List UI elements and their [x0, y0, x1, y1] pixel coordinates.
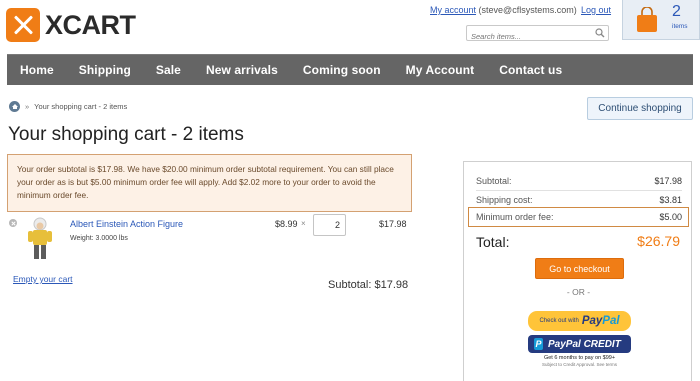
continue-shopping-button[interactable]: Continue shopping: [587, 97, 693, 120]
mini-cart[interactable]: 2 items: [622, 0, 700, 40]
summary-shipping-label: Shipping cost:: [476, 195, 533, 205]
nav-new-arrivals[interactable]: New arrivals: [206, 63, 278, 77]
summary-min-fee-label: Minimum order fee:: [476, 212, 554, 222]
product-name-link[interactable]: Albert Einstein Action Figure: [70, 219, 183, 229]
divider: [476, 190, 682, 191]
home-icon[interactable]: [9, 101, 20, 112]
summary-min-fee-row: Minimum order fee: $5.00: [476, 212, 682, 222]
shopping-bag-icon: [637, 7, 657, 32]
cart-subtotal: Subtotal: $17.98: [328, 279, 409, 291]
main-nav: Home Shipping Sale New arrivals Coming s…: [7, 54, 693, 85]
page-title: Your shopping cart - 2 items: [8, 124, 244, 145]
checkout-button[interactable]: Go to checkout: [535, 258, 624, 279]
summary-shipping-value: $3.81: [659, 195, 682, 205]
paypal-p-icon: P: [534, 338, 543, 350]
nav-home[interactable]: Home: [20, 63, 54, 77]
search-input[interactable]: [467, 29, 591, 44]
summary-subtotal-value: $17.98: [654, 176, 682, 186]
breadcrumb: » Your shopping cart - 2 items: [9, 101, 127, 112]
product-weight: Weight: 3.0000 lbs: [70, 235, 128, 242]
account-line: My account (steve@cflsystems.com): [430, 5, 577, 15]
search-box: [466, 25, 609, 44]
summary-total-value: $26.79: [637, 233, 680, 249]
paypal-credit-button[interactable]: P PayPal CREDIT: [528, 335, 631, 353]
nav-coming-soon[interactable]: Coming soon: [303, 63, 381, 77]
paypal-logo: PayPal: [581, 315, 620, 327]
logout-link[interactable]: Log out: [581, 5, 611, 15]
nav-contact-us[interactable]: Contact us: [499, 63, 562, 77]
logo[interactable]: XCART: [6, 8, 136, 42]
or-separator: - OR -: [566, 287, 591, 297]
paypal-credit-label: PayPal CREDIT: [548, 338, 621, 350]
line-total: $17.98: [379, 219, 407, 229]
product-price: $8.99: [275, 219, 298, 229]
cart-items-label: items: [672, 23, 688, 30]
paypal-credit-note: Get 6 months to pay on $99+: [543, 355, 616, 361]
cart-count: 2: [672, 3, 681, 20]
logo-text: XCART: [45, 9, 136, 40]
nav-shipping[interactable]: Shipping: [79, 63, 131, 77]
multiply-sign: ×: [301, 219, 306, 228]
quantity-input[interactable]: [313, 214, 346, 236]
summary-min-fee-value: $5.00: [659, 212, 682, 222]
minimum-order-notice: Your order subtotal is $17.98. We have $…: [7, 154, 412, 212]
breadcrumb-separator: »: [25, 102, 30, 111]
order-summary: Subtotal: $17.98 Shipping cost: $3.81 Mi…: [463, 161, 692, 381]
paypal-small-label: Check out with: [539, 318, 579, 324]
remove-item-icon[interactable]: [9, 219, 17, 227]
my-account-link[interactable]: My account: [430, 5, 476, 15]
summary-subtotal-label: Subtotal:: [476, 176, 512, 186]
search-icon[interactable]: [595, 28, 605, 38]
summary-subtotal-row: Subtotal: $17.98: [476, 176, 682, 186]
user-email: (steve@cflsystems.com): [478, 5, 577, 15]
summary-shipping-row: Shipping cost: $3.81: [476, 195, 682, 205]
breadcrumb-current: Your shopping cart - 2 items: [34, 102, 128, 111]
paypal-credit-subnote: Subject to Credit Approval. See terms: [541, 362, 618, 367]
empty-cart-link[interactable]: Empty your cart: [13, 274, 73, 284]
paypal-checkout-button[interactable]: Check out with PayPal: [528, 311, 631, 331]
nav-my-account[interactable]: My Account: [406, 63, 475, 77]
nav-sale[interactable]: Sale: [156, 63, 181, 77]
summary-total-label: Total:: [476, 234, 510, 250]
logo-x-icon: [6, 8, 40, 42]
product-image[interactable]: [25, 217, 55, 261]
